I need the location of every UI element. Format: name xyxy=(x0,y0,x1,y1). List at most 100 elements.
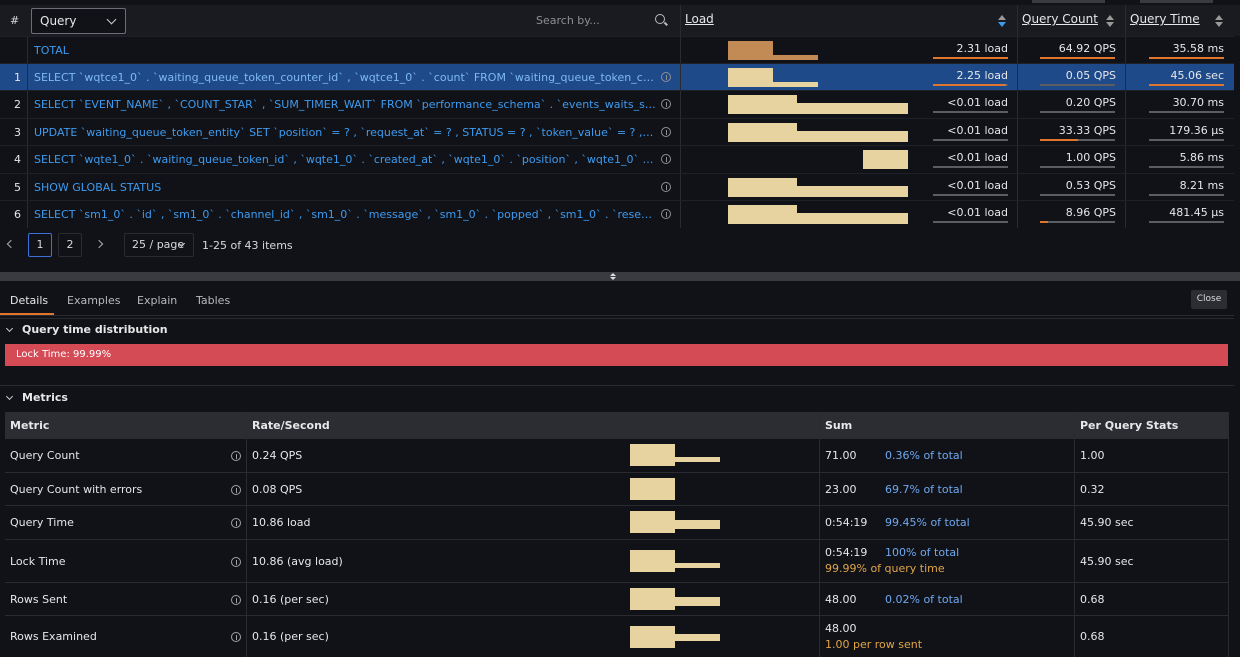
column-divider xyxy=(246,412,247,657)
row-number: 3 xyxy=(14,126,21,139)
pane-resize-handle[interactable] xyxy=(0,272,1240,281)
sort-query-time-icon[interactable] xyxy=(1215,15,1223,27)
column-resize-handle xyxy=(1032,0,1105,3)
sparkline-segment xyxy=(675,457,720,462)
sparkline-segment xyxy=(797,103,908,114)
lock-time-bar: Lock Time: 99.99% xyxy=(5,344,1228,366)
metric-rate: 0.16 (per sec) xyxy=(252,630,329,643)
column-divider xyxy=(27,119,28,146)
query-time-column-header[interactable]: Query Time xyxy=(1130,12,1200,26)
query-row[interactable]: 2 SELECT `EVENT_NAME` , `COUNT_STAR` , `S… xyxy=(0,90,1234,118)
metrics-section-title[interactable]: Metrics xyxy=(22,391,68,404)
sparkline-segment xyxy=(728,205,797,224)
sort-load-icon[interactable] xyxy=(998,15,1006,27)
metric-rate: 0.24 QPS xyxy=(252,449,303,462)
query-text[interactable]: UPDATE `waiting_queue_token_entity` SET … xyxy=(34,126,656,139)
query-row[interactable]: 5 SHOW GLOBAL STATUS <0.01 load 0.53 QPS 8.2… xyxy=(0,173,1234,201)
query-row[interactable]: 1 SELECT `wqtce1_0` . `waiting_queue_toke… xyxy=(0,63,1234,91)
sparkline-segment xyxy=(630,626,675,648)
share-bar xyxy=(933,166,1008,168)
row-number: 4 xyxy=(14,153,21,166)
info-icon[interactable] xyxy=(231,451,241,461)
query-count-value: 0.05 QPS xyxy=(1065,69,1116,82)
info-icon[interactable] xyxy=(661,127,671,137)
column-divider xyxy=(1017,119,1018,146)
query-text[interactable]: TOTAL xyxy=(34,44,656,57)
sort-query-count-icon[interactable] xyxy=(1106,15,1114,27)
distribution-section-title[interactable]: Query time distribution xyxy=(22,323,168,336)
query-text[interactable]: SELECT `wqte1_0` . `waiting_queue_token_… xyxy=(34,153,656,166)
close-button[interactable]: Close xyxy=(1191,290,1227,309)
info-icon[interactable] xyxy=(661,99,671,109)
tab-tables[interactable]: Tables xyxy=(196,294,230,307)
section-divider xyxy=(0,318,1234,319)
metric-sum: 23.00 xyxy=(825,483,857,496)
info-icon[interactable] xyxy=(231,518,241,528)
query-time-value: 35.58 ms xyxy=(1172,42,1224,55)
column-divider xyxy=(1125,64,1126,91)
metric-column-header: Metric xyxy=(10,419,50,432)
load-column-header[interactable]: Load xyxy=(685,12,714,26)
chevron-down-icon[interactable] xyxy=(5,324,14,333)
metric-percent-of-total: 99.45% of total xyxy=(885,516,970,529)
query-text[interactable]: SELECT `EVENT_NAME` , `COUNT_STAR` , `SU… xyxy=(34,98,656,111)
query-row[interactable]: 4 SELECT `wqte1_0` . `waiting_queue_token… xyxy=(0,145,1234,173)
sparkline-segment xyxy=(728,68,773,87)
share-bar xyxy=(933,221,1008,223)
column-divider xyxy=(680,5,681,36)
query-text[interactable]: SELECT `wqtce1_0` . `waiting_queue_token… xyxy=(34,71,656,84)
info-icon[interactable] xyxy=(661,72,671,82)
column-divider xyxy=(1074,412,1075,657)
sparkline-segment xyxy=(630,444,675,466)
column-divider xyxy=(819,412,820,657)
tab-details[interactable]: Details xyxy=(10,294,48,307)
query-row[interactable]: 6 SELECT `sm1_0` . `id` , `sm1_0` . `chan… xyxy=(0,200,1234,228)
tab-explain[interactable]: Explain xyxy=(137,294,177,307)
column-divider xyxy=(1125,5,1126,36)
page-size-select[interactable]: 25 / page xyxy=(124,233,194,257)
metrics-table-header: Metric Rate/Second Sum Per Query Stats xyxy=(5,412,1228,438)
metric-sum: 48.00 xyxy=(825,593,857,606)
share-bar xyxy=(1149,194,1224,196)
page-2-button[interactable]: 2 xyxy=(58,233,82,257)
metric-rate: 10.86 (avg load) xyxy=(252,555,343,568)
info-icon[interactable] xyxy=(231,632,241,642)
info-icon[interactable] xyxy=(661,154,671,164)
tab-examples[interactable]: Examples xyxy=(67,294,120,307)
info-icon[interactable] xyxy=(231,557,241,567)
column-divider xyxy=(1125,146,1126,173)
total-row[interactable]: TOTAL 2.31 load 64.92 QPS 35.58 ms xyxy=(0,36,1234,64)
share-bar-fill xyxy=(933,57,1008,59)
share-bar xyxy=(1040,221,1115,223)
sparkline-segment xyxy=(728,41,773,60)
info-icon[interactable] xyxy=(661,209,671,219)
column-divider xyxy=(1017,146,1018,173)
page-1-button[interactable]: 1 xyxy=(28,233,52,257)
query-text[interactable]: SELECT `sm1_0` . `id` , `sm1_0` . `chann… xyxy=(34,208,656,221)
search-icon[interactable] xyxy=(655,14,665,24)
load-value: <0.01 load xyxy=(947,124,1008,137)
query-row[interactable]: 3 UPDATE `waiting_queue_token_entity` SET… xyxy=(0,118,1234,146)
metric-sum: 71.00 xyxy=(825,449,857,462)
info-icon[interactable] xyxy=(661,182,671,192)
column-divider xyxy=(680,146,681,173)
sparkline-segment xyxy=(773,55,818,60)
prev-page-icon[interactable] xyxy=(6,239,16,249)
column-divider xyxy=(1017,64,1018,91)
search-input[interactable]: Search by... xyxy=(536,14,600,27)
query-text[interactable]: SHOW GLOBAL STATUS xyxy=(34,181,656,194)
metric-per-query: 45.90 sec xyxy=(1080,555,1134,568)
rate-column-header: Rate/Second xyxy=(252,419,330,432)
share-bar xyxy=(1149,139,1224,141)
query-count-column-header[interactable]: Query Count xyxy=(1022,12,1098,26)
group-by-select[interactable]: Query xyxy=(31,8,126,34)
drag-handle-icon[interactable] xyxy=(610,273,616,280)
next-page-icon[interactable] xyxy=(94,239,104,249)
info-icon[interactable] xyxy=(231,485,241,495)
share-bar-fill xyxy=(1149,84,1224,86)
info-icon[interactable] xyxy=(231,595,241,605)
load-value: 2.25 load xyxy=(956,69,1009,82)
page-size-value: 25 / page xyxy=(132,238,185,251)
chevron-down-icon[interactable] xyxy=(5,392,14,401)
column-divider xyxy=(680,91,681,118)
